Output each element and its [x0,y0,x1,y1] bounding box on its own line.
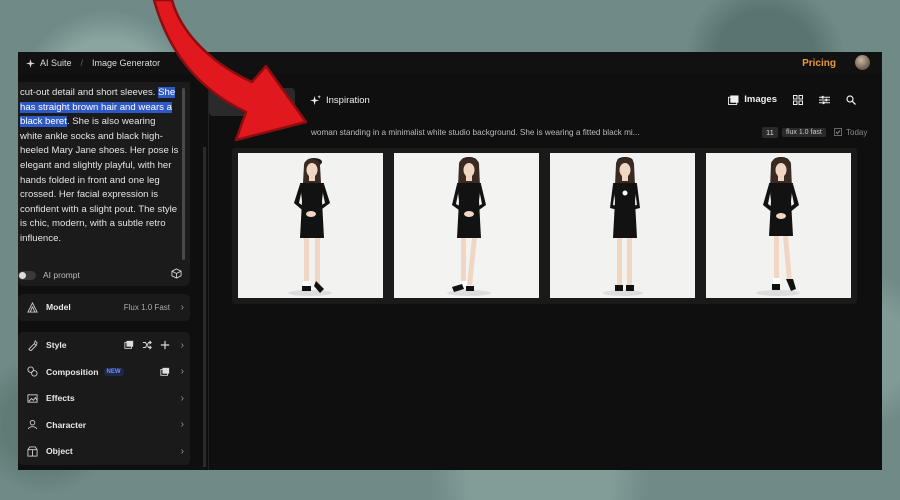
woman-figure-image [394,153,539,298]
style-label: Style [46,340,67,351]
sidebar: cut-out detail and short sleeves. She ha… [18,82,190,470]
prompt-text-before: cut-out detail and short sleeves. [20,87,159,98]
generated-image-1[interactable] [238,153,383,298]
style-icon [26,339,38,351]
generated-image-4[interactable] [706,153,851,298]
generation-prompt[interactable]: woman standing in a minimalist white stu… [311,128,640,137]
search-icon[interactable] [846,94,856,105]
new-badge: NEW [103,367,124,376]
chevron-right-icon: › [180,339,184,351]
prompt-editor[interactable]: cut-out detail and short sleeves. She ha… [18,82,190,286]
date-label: Today [834,128,867,137]
grid-icon[interactable] [793,94,803,105]
prompt-scrollbar[interactable] [182,88,185,260]
composition-label: Composition [46,366,99,377]
tab-create[interactable] [209,88,295,116]
style-tools [124,340,170,350]
pricing-link[interactable]: Pricing [802,58,836,69]
composition-row[interactable]: Composition NEW › [18,359,190,386]
shuffle-icon[interactable] [142,340,152,350]
breadcrumb-image-generator[interactable]: Image Generator [92,58,160,68]
ai-suite-label: AI Suite [40,58,72,68]
model-label: Model [46,302,71,313]
image-gallery [232,148,857,304]
chevron-right-icon: › [180,392,184,404]
chevron-right-icon: › [180,445,184,457]
model-tag: flux 1.0 fast [782,127,826,137]
tab-inspiration[interactable]: Inspiration [310,95,370,106]
panel-divider [208,74,209,470]
sparkle-icon [26,58,35,68]
generated-image-3[interactable] [550,153,695,298]
object-label: Object [46,446,73,457]
ai-suite-link[interactable]: AI Suite [26,58,72,68]
checkmark-icon [834,128,842,136]
chevron-right-icon: › [180,366,184,378]
top-bar: AI Suite / Image Generator Pricing [18,52,882,74]
effects-icon [26,392,38,404]
woman-figure-image [550,153,695,298]
character-label: Character [46,419,87,430]
sidebar-scrollbar[interactable] [203,147,206,467]
ai-prompt-row: AI prompt [18,268,186,282]
style-row[interactable]: Style › [18,332,190,359]
ai-prompt-toggle[interactable] [18,270,36,280]
woman-figure-image [238,153,383,298]
composition-icon [26,366,38,378]
character-row[interactable]: Character › [18,412,190,439]
options-section: Style › Composition NEW › Effects › Char… [18,332,190,465]
image-count-badge: 11 [762,126,778,138]
prompt-text[interactable]: cut-out detail and short sleeves. She ha… [20,86,180,247]
avatar[interactable] [855,55,870,70]
model-value: Flux 1.0 Fast [123,302,170,312]
view-tools: Images [728,94,856,105]
composition-tools [160,367,170,377]
chevron-right-icon: › [180,301,184,313]
sparkle-icon [310,95,321,106]
main-toolbar: Inspiration Images [209,82,882,118]
ai-prompt-label: AI prompt [43,270,80,280]
model-section: Model Flux 1.0 Fast › [18,294,190,321]
image-stack-icon[interactable] [160,367,170,377]
model-icon [26,301,38,313]
images-button[interactable]: Images [728,94,777,105]
sliders-icon[interactable] [819,95,830,105]
app-window: AI Suite / Image Generator Pricing cut-o… [18,52,882,470]
images-icon [728,94,739,105]
effects-row[interactable]: Effects › [18,385,190,412]
prompt-text-after: . She is also wearing white ankle socks … [20,116,179,244]
generated-image-2[interactable] [394,153,539,298]
today-label: Today [846,127,868,137]
image-stack-icon[interactable] [124,340,134,350]
generation-header: woman standing in a minimalist white stu… [236,125,867,139]
plus-icon[interactable] [160,340,170,350]
images-label: Images [744,94,777,105]
object-row[interactable]: Object › [18,438,190,465]
effects-label: Effects [46,393,75,404]
inspiration-label: Inspiration [326,95,370,106]
chevron-right-icon: › [180,419,184,431]
woman-figure-image [706,153,851,298]
model-row[interactable]: Model Flux 1.0 Fast › [18,294,190,321]
object-icon [26,445,38,457]
cube-icon[interactable] [171,268,182,279]
character-icon [26,419,38,431]
breadcrumb-separator: / [80,58,84,68]
